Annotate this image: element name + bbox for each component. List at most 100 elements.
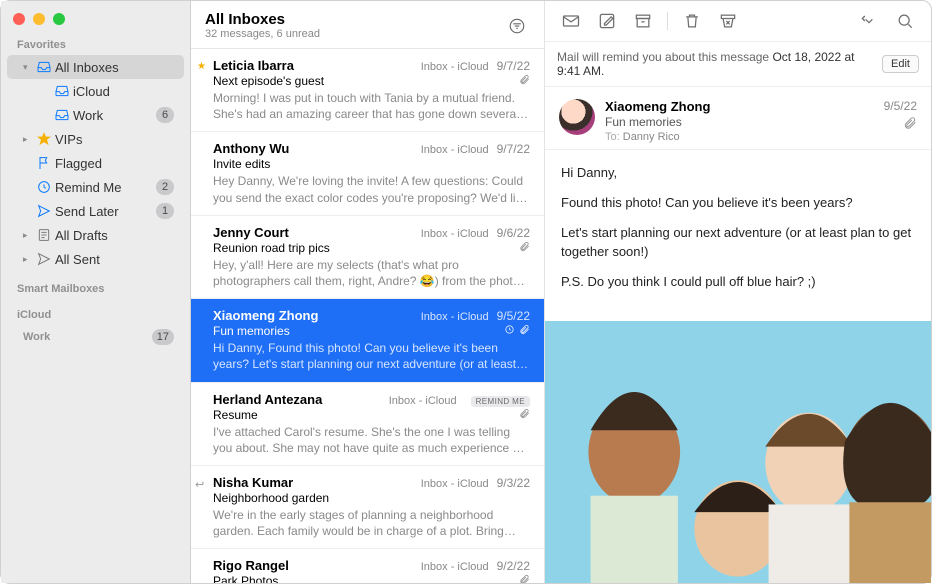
chevron-down-icon[interactable]: ▾ (23, 62, 33, 73)
compose-button[interactable] (591, 7, 623, 35)
sidebar-item-all-drafts[interactable]: ▸ All Drafts (7, 223, 184, 247)
sidebar-item-send-later[interactable]: Send Later 1 (7, 199, 184, 223)
account-label: Inbox - iCloud (389, 395, 457, 407)
star-icon (33, 131, 55, 147)
separator (667, 12, 668, 30)
message-row[interactable]: Herland AntezanaInbox - iCloudREMIND MER… (191, 383, 544, 466)
message-row[interactable]: ★Leticia IbarraInbox - iCloud9/7/22Next … (191, 49, 544, 132)
count-badge: 17 (152, 329, 174, 345)
more-button[interactable] (853, 7, 885, 35)
chevron-right-icon[interactable]: ▸ (23, 254, 33, 265)
message-list-pane: All Inboxes 32 messages, 6 unread ★Letic… (191, 1, 545, 583)
account-label: Inbox - iCloud (421, 61, 489, 73)
sidebar-section-smart[interactable]: Smart Mailboxes (1, 279, 190, 299)
date: 9/5/22 (497, 309, 530, 323)
chevron-right-icon[interactable]: ▸ (23, 134, 33, 145)
clock-icon (504, 324, 515, 338)
subject: Resume (213, 408, 515, 422)
body-paragraph: Hi Danny, (561, 164, 915, 182)
sidebar-item-label: All Drafts (55, 228, 174, 243)
delete-button[interactable] (676, 7, 708, 35)
attachment-icon[interactable] (903, 116, 917, 133)
filter-button[interactable] (504, 13, 530, 39)
date: 9/2/22 (497, 559, 530, 573)
date: 9/6/22 (497, 226, 530, 240)
close-window-button[interactable] (13, 13, 25, 25)
sender: Rigo Rangel (213, 558, 421, 573)
date: 9/7/22 (497, 59, 530, 73)
mark-unread-button[interactable] (555, 7, 587, 35)
sidebar-item-label: All Inboxes (55, 60, 174, 75)
date: 9/3/22 (497, 476, 530, 490)
account-label: Inbox - iCloud (421, 561, 489, 573)
sidebar-item-vips[interactable]: ▸ VIPs (7, 127, 184, 151)
sidebar-item-all-sent[interactable]: ▸ All Sent (7, 247, 184, 271)
window-controls (1, 7, 190, 35)
message-body: Hi Danny, Found this photo! Can you beli… (545, 150, 931, 317)
account-label: Inbox - iCloud (421, 478, 489, 490)
sender: Herland Antezana (213, 392, 389, 407)
count-badge: 1 (156, 203, 174, 219)
sidebar-section-icloud[interactable]: iCloud (1, 305, 190, 325)
preview: We're in the early stages of planning a … (213, 507, 530, 539)
junk-button[interactable] (712, 7, 744, 35)
archive-button[interactable] (627, 7, 659, 35)
sender: Leticia Ibarra (213, 58, 421, 73)
reminder-text: Mail will remind you about this message … (557, 50, 874, 78)
minimize-window-button[interactable] (33, 13, 45, 25)
sidebar-item-remind-me[interactable]: Remind Me 2 (7, 175, 184, 199)
subject: Fun memories (213, 324, 500, 338)
sender: Anthony Wu (213, 141, 421, 156)
subject: Invite edits (213, 157, 530, 171)
message-row[interactable]: Xiaomeng ZhongInbox - iCloud9/5/22Fun me… (191, 299, 544, 382)
recipients: To: Danny Rico (605, 131, 884, 143)
account-label: Inbox - iCloud (421, 144, 489, 156)
replied-icon: ↩ (195, 478, 204, 491)
attachment-icon (519, 241, 530, 255)
message-date: 9/5/22 (884, 99, 917, 113)
attachment-icon (519, 74, 530, 88)
inbox-icon (51, 83, 73, 99)
sender: Xiaomeng Zhong (213, 308, 421, 323)
sidebar-section-work[interactable]: Work 17 (7, 325, 184, 349)
sidebar-item-icloud-inbox[interactable]: iCloud (7, 79, 184, 103)
sender: Jenny Court (213, 225, 421, 240)
account-label: Inbox - iCloud (421, 228, 489, 240)
message-subject: Fun memories (605, 115, 884, 129)
list-subtitle: 32 messages, 6 unread (205, 28, 504, 40)
message-row[interactable]: Anthony WuInbox - iCloud 9/7/22Invite edi… (191, 132, 544, 215)
sender-avatar[interactable] (559, 99, 595, 135)
body-paragraph: P.S. Do you think I could pull off blue … (561, 273, 915, 291)
chevron-right-icon[interactable]: ▸ (23, 230, 33, 241)
sidebar-item-all-inboxes[interactable]: ▾ All Inboxes (7, 55, 184, 79)
zoom-window-button[interactable] (53, 13, 65, 25)
subject: Reunion road trip pics (213, 241, 515, 255)
attached-photo[interactable] (545, 321, 931, 583)
subject: Next episode's guest (213, 74, 515, 88)
sidebar-item-flagged[interactable]: Flagged (7, 151, 184, 175)
preview: Hi Danny, Found this photo! Can you beli… (213, 340, 530, 372)
search-button[interactable] (889, 7, 921, 35)
reminder-banner: Mail will remind you about this message … (545, 41, 931, 87)
count-badge: 2 (156, 179, 174, 195)
message-row[interactable]: Jenny CourtInbox - iCloud 9/6/22Reunion r… (191, 216, 544, 299)
preview: Morning! I was put in touch with Tania b… (213, 90, 530, 122)
sidebar-section-favorites: Favorites (1, 35, 190, 55)
date: 9/7/22 (497, 142, 530, 156)
sidebar: Favorites ▾ All Inboxes iCloud Work 6 ▸ … (1, 1, 191, 583)
body-paragraph: Let's start planning our next adventure … (561, 224, 915, 260)
toolbar (545, 1, 931, 41)
send-later-icon (33, 203, 55, 219)
message-row[interactable]: ↩Nisha KumarInbox - iCloud9/3/22Neighbor… (191, 466, 544, 549)
sidebar-item-label: Flagged (55, 156, 174, 171)
sender: Nisha Kumar (213, 475, 421, 490)
sidebar-item-work-inbox[interactable]: Work 6 (7, 103, 184, 127)
message-list[interactable]: ★Leticia IbarraInbox - iCloud9/7/22Next … (191, 49, 544, 583)
recipient-name[interactable]: Danny Rico (623, 131, 680, 143)
message-row[interactable]: Rigo RangelInbox - iCloud9/2/22Park Phot… (191, 549, 544, 583)
sidebar-item-label: iCloud (73, 84, 174, 99)
reader-pane: Mail will remind you about this message … (545, 1, 931, 583)
edit-reminder-button[interactable]: Edit (882, 55, 919, 73)
sender-name[interactable]: Xiaomeng Zhong (605, 99, 884, 114)
preview: Hey Danny, We're loving the invite! A fe… (213, 173, 530, 205)
